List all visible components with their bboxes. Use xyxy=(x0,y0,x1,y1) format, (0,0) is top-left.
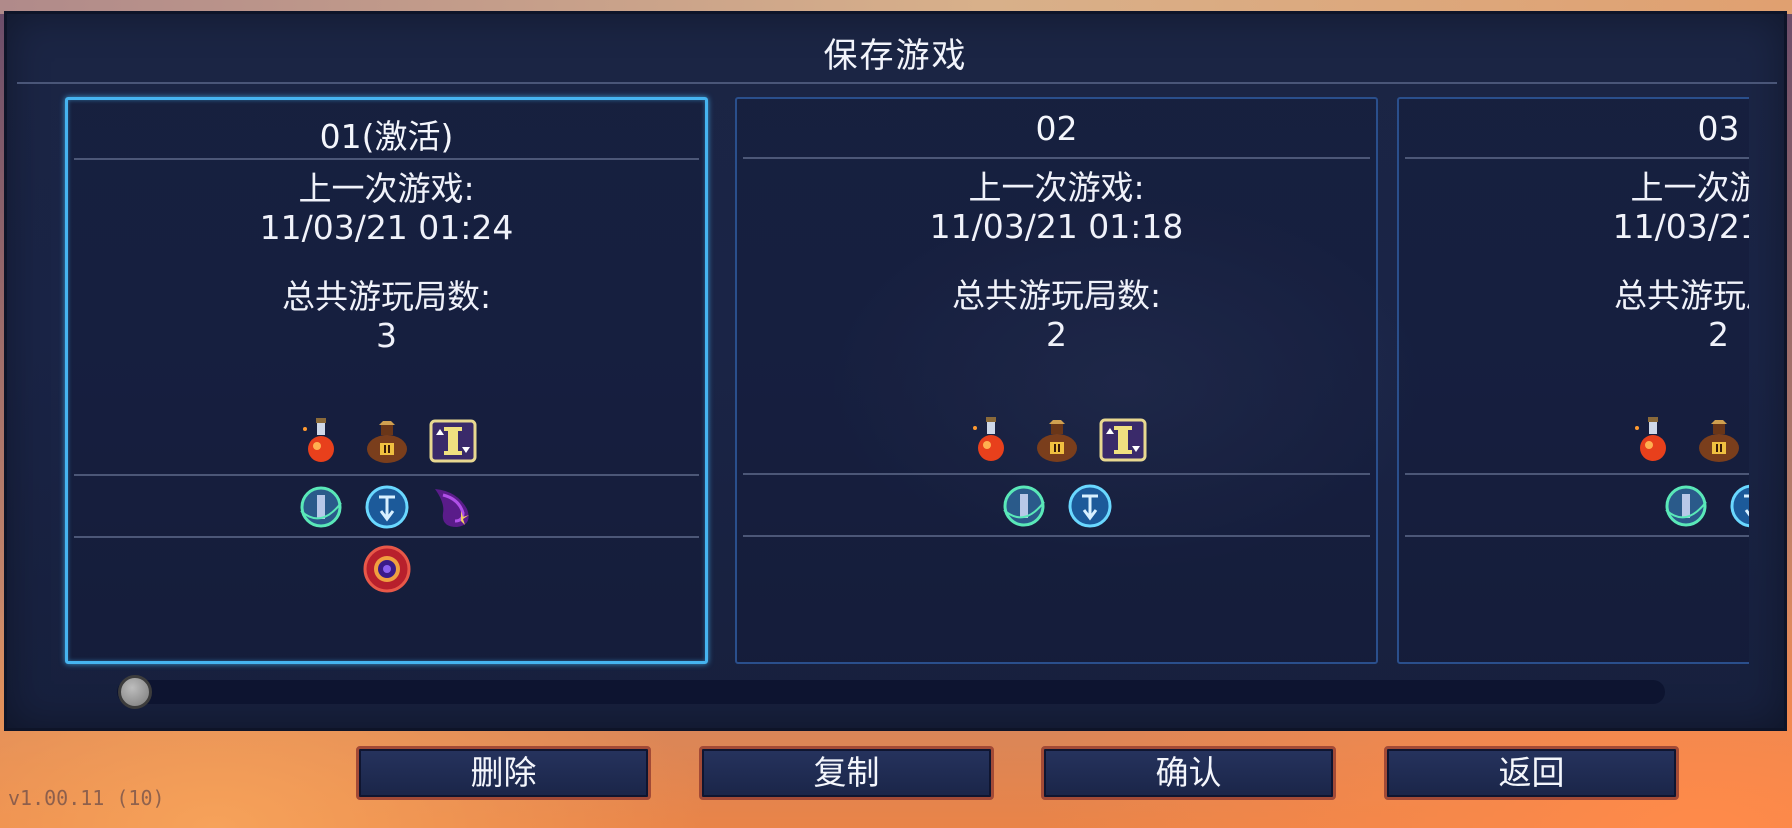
slot-divider xyxy=(743,535,1370,537)
delete-button[interactable]: 删除 xyxy=(356,746,651,800)
confirm-button[interactable]: 确认 xyxy=(1041,746,1336,800)
item-row-2 xyxy=(68,478,705,536)
green-rune-orb-icon xyxy=(1664,485,1707,527)
slot-name: 01(激活) xyxy=(319,117,454,156)
save-slot-3[interactable]: 03 上一次游戏: 11/03/21 01: 总共游玩局数: 2 xyxy=(1397,97,1749,664)
save-slot-1[interactable]: 01(激活) 上一次游戏: 11/03/21 01:24 总共游玩局数: 3 xyxy=(65,97,708,664)
green-rune-orb-icon xyxy=(1002,485,1045,527)
save-slot-2[interactable]: 02 上一次游戏: 11/03/21 01:18 总共游玩局数: 2 xyxy=(735,97,1378,664)
item-row-1 xyxy=(737,411,1376,469)
item-row-1 xyxy=(68,412,705,470)
last-played-label: 上一次游戏: xyxy=(968,168,1145,207)
last-played-label: 上一次游戏: xyxy=(298,169,475,208)
gold-pouch-icon xyxy=(1036,420,1077,462)
green-rune-orb-icon xyxy=(299,486,342,528)
red-eye-shield-icon xyxy=(363,545,410,593)
item-row-2 xyxy=(1399,477,1749,535)
version-label: v1.00.11 (10) xyxy=(8,786,165,810)
blue-rune-orb-icon xyxy=(365,485,408,529)
save-slot-list: 01(激活) 上一次游戏: 11/03/21 01:24 总共游玩局数: 3 0… xyxy=(7,14,1749,674)
slot-divider xyxy=(74,158,699,160)
gold-pouch-icon xyxy=(1698,420,1739,462)
fire-potion-icon xyxy=(1634,417,1666,461)
total-runs-label: 总共游玩局数: xyxy=(951,276,1162,315)
copy-button[interactable]: 复制 xyxy=(699,746,994,800)
save-game-panel: 保存游戏 01(激活) 上一次游戏: 11/03/21 01:24 总共游玩局数… xyxy=(4,11,1787,731)
purple-flame-icon xyxy=(434,489,469,527)
last-played-label: 上一次游戏: xyxy=(1630,168,1749,207)
total-runs-label: 总共游玩局数: xyxy=(1613,276,1749,315)
slot-divider xyxy=(1405,535,1749,537)
blue-rune-orb-icon xyxy=(1730,484,1749,528)
blue-rune-orb-icon xyxy=(1068,484,1111,528)
total-runs-value: 2 xyxy=(1046,315,1067,354)
total-runs-label: 总共游玩局数: xyxy=(281,277,492,316)
item-row-1 xyxy=(1399,411,1749,469)
item-row-2 xyxy=(737,477,1376,535)
swap-scroll-icon xyxy=(1099,418,1146,462)
back-button[interactable]: 返回 xyxy=(1384,746,1679,800)
last-played-value: 11/03/21 01:18 xyxy=(929,207,1184,246)
item-row-3 xyxy=(68,540,705,598)
total-runs-value: 3 xyxy=(376,316,397,355)
last-played-value: 11/03/21 01: xyxy=(1612,207,1749,246)
slot-scrollbar-thumb[interactable] xyxy=(118,675,152,709)
slot-divider xyxy=(1405,473,1749,475)
slot-divider xyxy=(743,473,1370,475)
slot-name: 03 xyxy=(1697,109,1740,148)
slot-divider xyxy=(74,474,699,476)
fire-potion-icon xyxy=(972,417,1004,461)
slot-name: 02 xyxy=(1035,109,1078,148)
last-played-value: 11/03/21 01:24 xyxy=(259,208,514,247)
fire-potion-icon xyxy=(302,418,334,462)
swap-scroll-icon xyxy=(429,419,476,463)
slot-divider xyxy=(74,536,699,538)
slot-scrollbar-track[interactable] xyxy=(117,680,1665,704)
gold-pouch-icon xyxy=(366,421,407,463)
total-runs-value: 2 xyxy=(1708,315,1729,354)
slot-divider xyxy=(1405,157,1749,159)
slot-divider xyxy=(743,157,1370,159)
